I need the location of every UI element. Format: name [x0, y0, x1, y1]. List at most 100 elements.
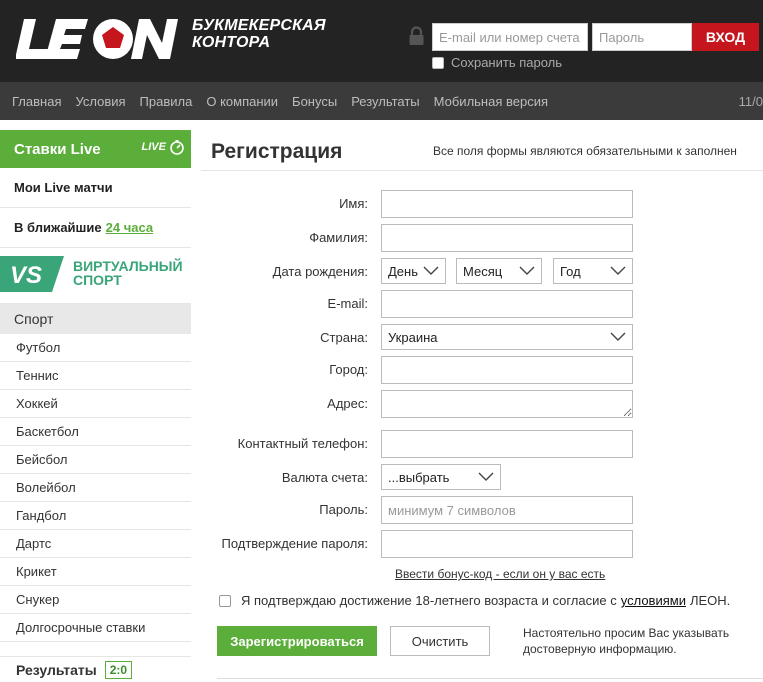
birth-month-value: Месяц: [463, 263, 503, 279]
virtual-sport-banner[interactable]: VS ВИРТУАЛЬНЫЙ СПОРТ: [0, 250, 191, 304]
confirm-password-input[interactable]: [381, 530, 633, 558]
page-title: Регистрация: [211, 140, 343, 163]
header: БУКМЕКЕРСКАЯ КОНТОРА ВХОД Сохранить паро…: [0, 0, 763, 82]
live-bets-label: Ставки Live: [14, 141, 101, 158]
virtual-sport-text: ВИРТУАЛЬНЫЙ СПОРТ: [73, 259, 183, 287]
nav-rules[interactable]: Правила: [140, 94, 193, 109]
nav-mobile[interactable]: Мобильная версия: [434, 94, 548, 109]
sport-header: Спорт: [0, 304, 191, 334]
bonus-code-link[interactable]: Ввести бонус-код - если он у вас есть: [395, 567, 605, 581]
clear-button[interactable]: Очистить: [390, 626, 490, 656]
sport-item-hockey[interactable]: Хоккей: [0, 390, 191, 418]
sport-item-football[interactable]: Футбол: [0, 334, 191, 362]
confirm-password-label: Подтверждение пароля:: [221, 536, 368, 551]
currency-select[interactable]: ...выбрать: [381, 464, 501, 490]
nav-about[interactable]: О компании: [206, 94, 278, 109]
lock-icon: [409, 26, 424, 45]
vs-text: VS: [10, 262, 42, 289]
birth-month-select[interactable]: Месяц: [456, 258, 542, 284]
sport-item-cricket[interactable]: Крикет: [0, 558, 191, 586]
live-badge-icon: LIVE: [141, 139, 185, 155]
tagline-line1: БУКМЕКЕРСКАЯ: [192, 17, 326, 34]
virtual-line1: ВИРТУАЛЬНЫЙ: [73, 258, 183, 274]
leon-logo-mark: [16, 19, 178, 59]
nav-terms[interactable]: Условия: [75, 94, 125, 109]
birth-year-value: Год: [560, 263, 581, 279]
title-divider: [201, 170, 763, 171]
remember-checkbox[interactable]: [432, 56, 444, 69]
required-note: Все поля формы являются обязательными к …: [433, 144, 737, 158]
chevron-down-icon: [610, 332, 626, 341]
birth-day-select[interactable]: День: [381, 258, 446, 284]
sport-item-snooker[interactable]: Снукер: [0, 586, 191, 614]
my-live-matches[interactable]: Мои Live матчи: [0, 168, 191, 208]
address-label: Адрес:: [327, 396, 368, 411]
nav-bonuses[interactable]: Бонусы: [292, 94, 337, 109]
last-name-input[interactable]: [381, 224, 633, 252]
birth-date-label: Дата рождения:: [272, 264, 368, 279]
virtual-line2: СПОРТ: [73, 272, 122, 288]
sport-item-baseball[interactable]: Бейсбол: [0, 446, 191, 474]
chevron-down-icon: [423, 266, 439, 275]
email-input[interactable]: [381, 290, 633, 318]
first-name-input[interactable]: [381, 190, 633, 218]
login-password-input[interactable]: [592, 23, 692, 51]
city-label: Город:: [329, 362, 368, 377]
sport-list: Футбол Теннис Хоккей Баскетбол Бейсбол В…: [0, 334, 191, 642]
sport-item-basketball[interactable]: Баскетбол: [0, 418, 191, 446]
address-textarea[interactable]: [381, 390, 633, 418]
chevron-down-icon: [610, 266, 626, 275]
terms-link[interactable]: условиями: [621, 593, 686, 608]
login-button[interactable]: ВХОД: [692, 23, 759, 51]
sidebar: Ставки Live LIVE Мои Live матчи В ближай…: [0, 120, 191, 682]
agree-suffix: ЛЕОН.: [689, 593, 731, 608]
phone-label: Контактный телефон:: [237, 436, 368, 451]
my-live-label: Мои Live матчи: [14, 180, 113, 195]
sport-item-handball[interactable]: Гандбол: [0, 502, 191, 530]
age-agreement: Я подтверждаю достижение 18-летнего возр…: [219, 593, 730, 608]
birth-year-select[interactable]: Год: [553, 258, 633, 284]
chevron-down-icon: [519, 266, 535, 275]
nav-results[interactable]: Результаты: [351, 94, 419, 109]
remember-label: Сохранить пароль: [451, 55, 563, 70]
currency-label: Валюта счета:: [281, 470, 368, 485]
tagline-line2: КОНТОРА: [192, 34, 271, 51]
city-input[interactable]: [381, 356, 633, 384]
login-email-input[interactable]: [432, 23, 588, 51]
results-link[interactable]: Результаты 2:0: [0, 656, 191, 682]
password-label: Пароль:: [319, 502, 368, 517]
live-bets-button[interactable]: Ставки Live LIVE: [0, 130, 191, 168]
upcoming-prefix: В ближайшие: [14, 220, 102, 235]
country-select[interactable]: Украина: [381, 324, 633, 350]
main-nav: Главная Условия Правила О компании Бонус…: [0, 82, 763, 120]
bottom-divider: [217, 678, 763, 679]
leon-logo[interactable]: [16, 16, 182, 62]
sport-item-tennis[interactable]: Теннис: [0, 362, 191, 390]
vs-icon: VS: [0, 256, 64, 292]
chevron-down-icon: [478, 472, 494, 481]
nav-date: 11/0: [738, 94, 763, 109]
last-name-label: Фамилия:: [309, 230, 368, 245]
country-value: Украина: [388, 329, 438, 345]
first-name-label: Имя:: [339, 196, 368, 211]
upcoming-events[interactable]: В ближайшие 24 часа: [0, 208, 191, 248]
live-badge-text: LIVE: [141, 140, 166, 153]
birth-day-value: День: [388, 263, 418, 279]
sport-item-darts[interactable]: Дартс: [0, 530, 191, 558]
sport-item-outrights[interactable]: Долгосрочные ставки: [0, 614, 191, 642]
currency-value: ...выбрать: [388, 469, 450, 485]
nav-home[interactable]: Главная: [12, 94, 61, 109]
remember-password[interactable]: Сохранить пароль: [432, 55, 562, 70]
accuracy-note: Настоятельно просим Вас указывать достов…: [523, 626, 730, 656]
password-input[interactable]: [381, 496, 633, 524]
results-label: Результаты: [16, 661, 97, 678]
phone-input[interactable]: [381, 430, 633, 458]
agree-checkbox[interactable]: [219, 594, 231, 607]
sport-item-volleyball[interactable]: Волейбол: [0, 474, 191, 502]
agree-prefix: Я подтверждаю достижение 18-летнего возр…: [241, 593, 617, 608]
country-label: Страна:: [320, 330, 368, 345]
register-button[interactable]: Зарегистрироваться: [217, 626, 377, 656]
upcoming-link[interactable]: 24 часа: [106, 220, 153, 235]
tagline: БУКМЕКЕРСКАЯ КОНТОРА: [192, 17, 326, 51]
stopwatch-icon: [170, 140, 184, 155]
